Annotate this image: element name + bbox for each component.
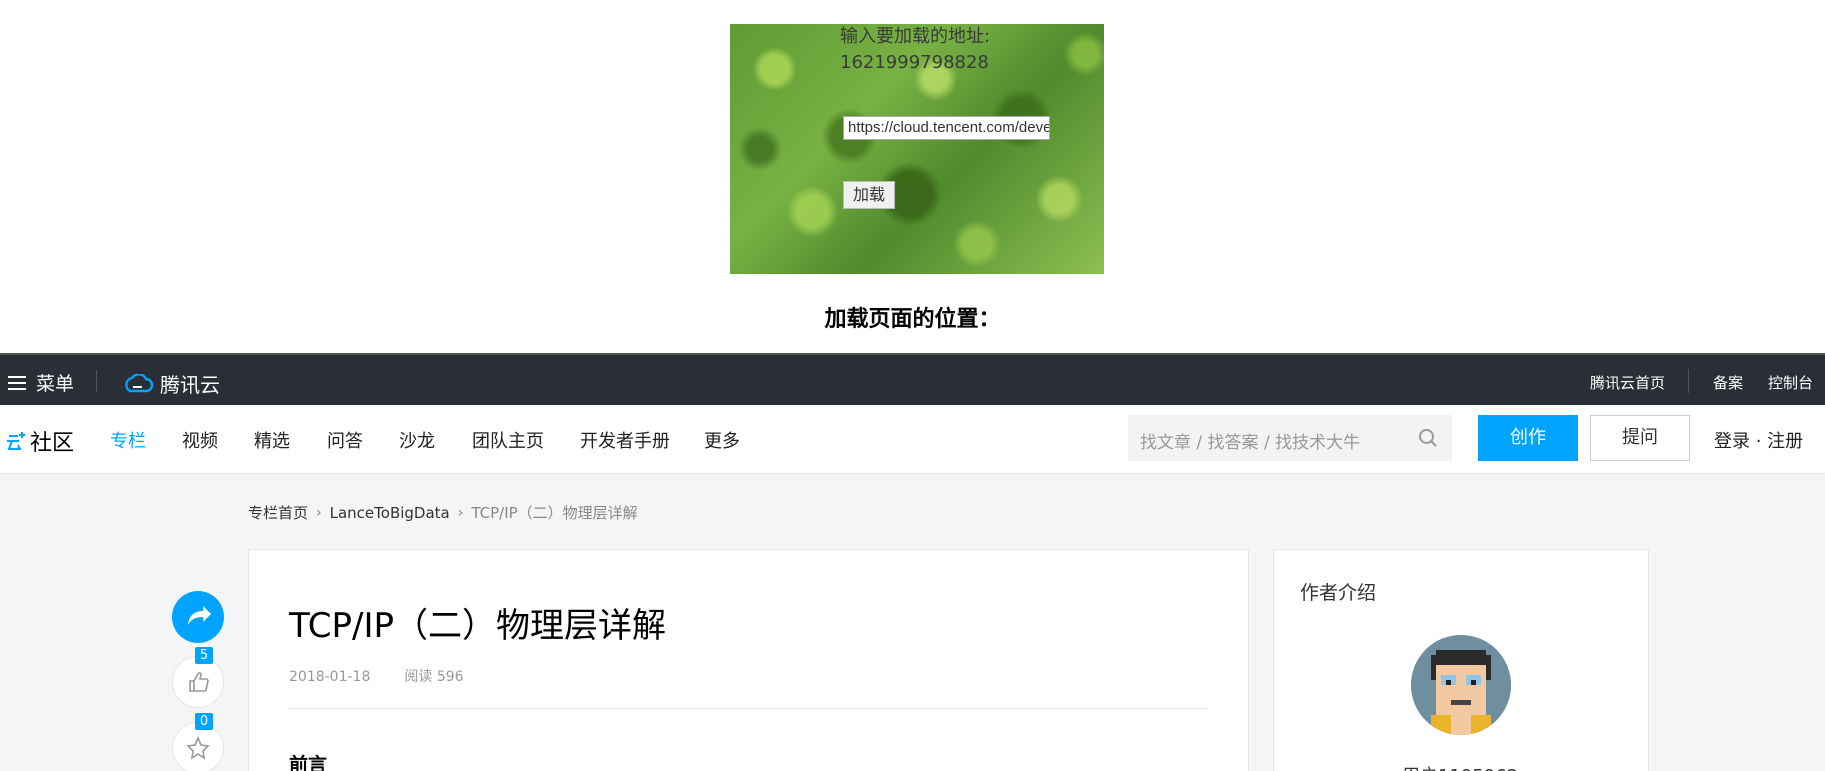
chevron-right-icon: › — [457, 504, 464, 521]
search-icon[interactable] — [1418, 428, 1438, 448]
nav-item-dev-handbook[interactable]: 开发者手册 — [580, 427, 670, 453]
tencent-cloud-home-link[interactable]: 腾讯云首页 — [1590, 372, 1665, 393]
cloud-community-icon — [7, 432, 25, 450]
top-bar: 菜单 腾讯云 腾讯云首页 备案 控制台 — [0, 353, 1825, 407]
article-title: TCP/IP（二）物理层详解 — [289, 606, 667, 646]
login-register-link[interactable]: 登录 · 注册 — [1714, 427, 1803, 453]
divider — [289, 708, 1207, 709]
nav-item-column[interactable]: 专栏 — [110, 427, 146, 453]
share-button[interactable] — [172, 591, 224, 643]
article-card: TCP/IP（二）物理层详解 2018-01-18 阅读 596 前言 — [248, 549, 1249, 771]
pixel-avatar-icon — [1411, 635, 1511, 735]
like-count-badge: 5 — [195, 647, 213, 664]
chevron-right-icon: › — [316, 504, 322, 521]
loader-id-text: 1621999798828 — [840, 52, 989, 73]
menu-button[interactable]: 菜单 — [8, 369, 74, 396]
star-icon — [186, 735, 210, 760]
breadcrumb-author[interactable]: LanceToBigData — [330, 504, 450, 522]
nav-item-featured[interactable]: 精选 — [254, 427, 290, 453]
content-area: 专栏首页 › LanceToBigData › TCP/IP（二）物理层详解 5… — [0, 474, 1825, 771]
tencent-cloud-logo[interactable]: 腾讯云 — [122, 369, 220, 398]
loader-prompt: 输入要加载的地址: — [840, 26, 991, 47]
menu-label: 菜单 — [36, 373, 75, 395]
like-button[interactable]: 5 — [172, 647, 224, 708]
nav-item-more[interactable]: 更多 — [704, 427, 740, 453]
url-input[interactable]: https://cloud.tencent.com/developer/arti… — [843, 116, 1050, 140]
article-meta: 2018-01-18 阅读 596 — [289, 666, 464, 686]
favorite-count-badge: 0 — [195, 713, 213, 730]
community-nav: 社区 专栏 视频 精选 问答 沙龙 团队主页 开发者手册 更多 找文章 / 找答… — [0, 405, 1825, 474]
breadcrumb: 专栏首页 › LanceToBigData › TCP/IP（二）物理层详解 — [248, 502, 638, 523]
share-icon — [188, 606, 211, 625]
author-name[interactable]: 用户1195962 — [1402, 762, 1518, 771]
community-label: 社区 — [30, 431, 75, 456]
divider — [1688, 369, 1689, 393]
divider — [96, 370, 97, 392]
brand-label: 腾讯云 — [160, 373, 220, 397]
nav-item-video[interactable]: 视频 — [182, 427, 218, 453]
nav-item-team[interactable]: 团队主页 — [472, 427, 544, 453]
console-link[interactable]: 控制台 — [1768, 372, 1813, 393]
filing-link[interactable]: 备案 — [1713, 372, 1743, 393]
load-position-heading: 加载页面的位置： — [824, 307, 1001, 332]
article-reads: 阅读 596 — [404, 669, 464, 685]
create-button[interactable]: 创作 — [1478, 415, 1578, 461]
breadcrumb-home[interactable]: 专栏首页 — [248, 502, 308, 523]
loader-panel: 输入要加载的地址: 1621999798828 https://cloud.te… — [730, 24, 1104, 274]
hamburger-icon — [8, 375, 26, 390]
community-logo[interactable]: 社区 — [6, 425, 74, 457]
section-heading: 前言 — [289, 754, 328, 771]
author-card: 作者介绍 用户1195962 — [1273, 549, 1649, 771]
thumbs-up-icon — [189, 672, 209, 692]
breadcrumb-current: TCP/IP（二）物理层详解 — [471, 504, 638, 522]
search-placeholder: 找文章 / 找答案 / 找技术大牛 — [1140, 433, 1361, 453]
load-button[interactable]: 加载 — [843, 181, 896, 209]
cloud-logo-icon — [125, 373, 154, 392]
search-box[interactable]: 找文章 / 找答案 / 找技术大牛 — [1128, 415, 1452, 461]
nav-item-qa[interactable]: 问答 — [327, 427, 363, 453]
ask-button[interactable]: 提问 — [1590, 415, 1690, 461]
avatar[interactable] — [1411, 635, 1511, 735]
nav-item-salon[interactable]: 沙龙 — [399, 427, 435, 453]
favorite-button[interactable]: 0 — [172, 713, 224, 771]
author-heading: 作者介绍 — [1300, 582, 1377, 604]
article-date: 2018-01-18 — [289, 669, 371, 685]
